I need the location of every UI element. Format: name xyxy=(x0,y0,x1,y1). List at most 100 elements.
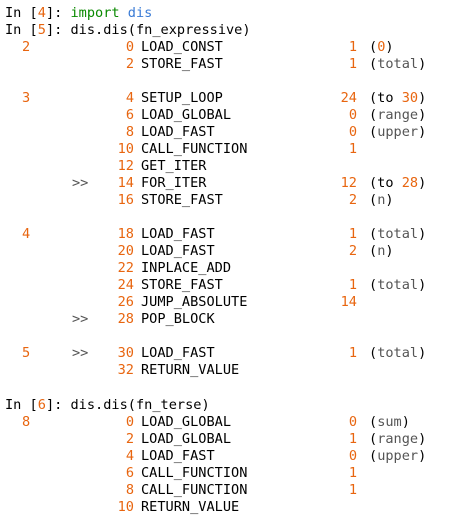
opcode-name: LOAD_FAST xyxy=(141,124,215,140)
arg-description: (upper) xyxy=(369,124,427,140)
opcode-name: SETUP_LOOP xyxy=(141,90,223,106)
disasm-row: 6 CALL_FUNCTION 1 xyxy=(0,465,450,482)
bytecode-offset: 4 xyxy=(125,448,134,464)
opcode-name: CALL_FUNCTION xyxy=(141,465,248,481)
bytecode-offset: 6 xyxy=(125,107,134,123)
opcode-name: RETURN_VALUE xyxy=(141,362,240,378)
disasm-row: 20 LOAD_FAST 2 (n) xyxy=(0,243,450,260)
disasm-row: 6 LOAD_GLOBAL 0 (range) xyxy=(0,107,450,124)
import-keyword: import xyxy=(70,5,120,21)
opcode-name: JUMP_ABSOLUTE xyxy=(141,294,248,310)
bytecode-offset: 10 xyxy=(117,141,134,157)
arg-description: (range) xyxy=(369,107,427,123)
bytecode-offset: 18 xyxy=(117,226,134,242)
bytecode-offset: 0 xyxy=(125,414,134,430)
arg-description: (upper) xyxy=(369,448,427,464)
bytecode-offset: 6 xyxy=(125,465,134,481)
bytecode-offset: 24 xyxy=(117,277,134,293)
bytecode-offset: 10 xyxy=(117,499,134,515)
disasm-row: 24 STORE_FAST 1 (total) xyxy=(0,277,450,294)
opcode-name: LOAD_FAST xyxy=(141,226,215,242)
disasm-row: 2 STORE_FAST 1 (total) xyxy=(0,56,450,73)
disasm-row: 12 GET_ITER xyxy=(0,158,450,175)
opcode-arg: 1 xyxy=(348,345,357,361)
input-code: dis.dis(fn_expressive) xyxy=(70,22,251,38)
opcode-name: LOAD_GLOBAL xyxy=(141,107,232,123)
arg-description: (total) xyxy=(369,56,427,72)
arg-description: (0) xyxy=(369,39,394,55)
source-line-number: 3 xyxy=(22,90,31,106)
opcode-name: CALL_FUNCTION xyxy=(141,141,248,157)
bytecode-offset: 12 xyxy=(117,158,134,174)
arg-description: (to 30) xyxy=(369,90,427,106)
ipython-console: In [4]: import dis In [5]: dis.dis(fn_ex… xyxy=(0,0,450,527)
input-line[interactable]: In [5]: dis.dis(fn_expressive) xyxy=(0,22,450,39)
arg-description: (total) xyxy=(369,226,427,242)
disasm-row: 5 >> 30 LOAD_FAST 1 (total) xyxy=(0,345,450,362)
disasm-row: 2 LOAD_GLOBAL 1 (range) xyxy=(0,431,450,448)
disasm-row: 16 STORE_FAST 2 (n) xyxy=(0,192,450,209)
jump-target-marker: >> xyxy=(72,345,89,361)
disasm-row: 8 CALL_FUNCTION 1 xyxy=(0,482,450,499)
bytecode-offset: 20 xyxy=(117,243,134,259)
opcode-name: STORE_FAST xyxy=(141,56,223,72)
opcode-arg: 1 xyxy=(348,141,357,157)
disasm-row: 3 4 SETUP_LOOP 24 (to 30) xyxy=(0,90,450,107)
bytecode-offset: 8 xyxy=(125,124,134,140)
opcode-name: LOAD_FAST xyxy=(141,448,215,464)
opcode-name: LOAD_GLOBAL xyxy=(141,414,232,430)
input-line[interactable]: In [4]: import dis xyxy=(0,5,450,22)
disasm-row: 10 CALL_FUNCTION 1 xyxy=(0,141,450,158)
arg-description: (sum) xyxy=(369,414,410,430)
opcode-arg: 24 xyxy=(340,90,357,106)
input-prompt: In [4]: import dis xyxy=(5,5,153,21)
arg-description: (n) xyxy=(369,243,394,259)
opcode-arg: 1 xyxy=(348,465,357,481)
opcode-name: GET_ITER xyxy=(141,158,207,174)
opcode-arg: 1 xyxy=(348,56,357,72)
arg-description: (to 28) xyxy=(369,175,427,191)
opcode-arg: 1 xyxy=(348,431,357,447)
opcode-arg: 12 xyxy=(340,175,357,191)
disasm-row: 4 18 LOAD_FAST 1 (total) xyxy=(0,226,450,243)
input-code: dis.dis(fn_terse) xyxy=(70,397,210,413)
source-line-number: 5 xyxy=(22,345,31,361)
opcode-arg: 1 xyxy=(348,277,357,293)
bytecode-offset: 14 xyxy=(117,175,134,191)
opcode-name: LOAD_FAST xyxy=(141,345,215,361)
bytecode-offset: 22 xyxy=(117,260,134,276)
opcode-name: FOR_ITER xyxy=(141,175,207,191)
bytecode-offset: 8 xyxy=(125,482,134,498)
source-line-number: 8 xyxy=(22,414,31,430)
arg-description: (total) xyxy=(369,345,427,361)
opcode-name: INPLACE_ADD xyxy=(141,260,232,276)
opcode-name: STORE_FAST xyxy=(141,277,223,293)
opcode-name: RETURN_VALUE xyxy=(141,499,240,515)
bytecode-offset: 28 xyxy=(117,311,134,327)
disasm-row: 22 INPLACE_ADD xyxy=(0,260,450,277)
input-line[interactable]: In [6]: dis.dis(fn_terse) xyxy=(0,397,450,414)
arg-description: (range) xyxy=(369,431,427,447)
bytecode-offset: 16 xyxy=(117,192,134,208)
opcode-arg: 1 xyxy=(348,226,357,242)
disasm-row: 4 LOAD_FAST 0 (upper) xyxy=(0,448,450,465)
bytecode-offset: 32 xyxy=(117,362,134,378)
opcode-arg: 2 xyxy=(348,192,357,208)
opcode-arg: 1 xyxy=(348,482,357,498)
opcode-name: CALL_FUNCTION xyxy=(141,482,248,498)
opcode-arg: 0 xyxy=(348,448,357,464)
disasm-row: 10 RETURN_VALUE xyxy=(0,499,450,516)
input-prompt: In [6]: dis.dis(fn_terse) xyxy=(5,397,210,413)
arg-description: (total) xyxy=(369,277,427,293)
bytecode-offset: 30 xyxy=(117,345,134,361)
bytecode-offset: 0 xyxy=(125,39,134,55)
disasm-row: 32 RETURN_VALUE xyxy=(0,362,450,379)
jump-target-marker: >> xyxy=(72,311,89,327)
opcode-name: LOAD_FAST xyxy=(141,243,215,259)
opcode-arg: 14 xyxy=(340,294,357,310)
arg-description: (n) xyxy=(369,192,394,208)
opcode-name: LOAD_CONST xyxy=(141,39,223,55)
input-prompt: In [5]: dis.dis(fn_expressive) xyxy=(5,22,251,38)
source-line-number: 2 xyxy=(22,39,31,55)
bytecode-offset: 4 xyxy=(125,90,134,106)
